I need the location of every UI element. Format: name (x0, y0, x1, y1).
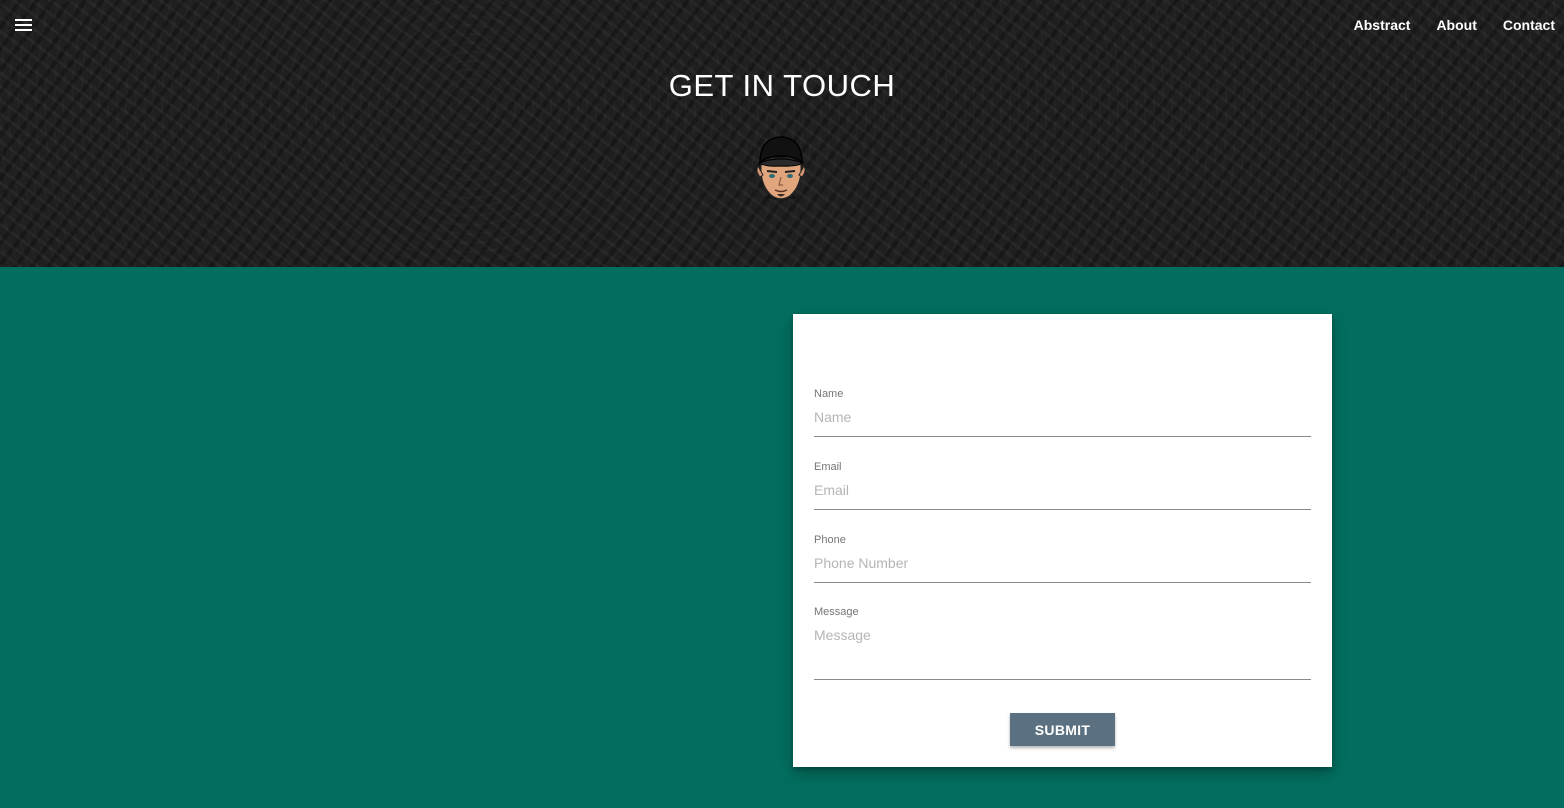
avatar-icon (756, 136, 806, 200)
email-label: Email (814, 461, 842, 473)
nav-link-about[interactable]: About (1423, 0, 1489, 50)
phone-input[interactable] (814, 555, 1311, 583)
hamburger-menu-icon[interactable] (14, 17, 34, 33)
page-title: GET IN TOUCH (668, 68, 896, 103)
hero-header: Abstract About Contact GET IN TOUCH (0, 0, 1564, 267)
message-label: Message (814, 606, 859, 618)
nav-link-abstract[interactable]: Abstract (1341, 0, 1424, 50)
name-label: Name (814, 388, 844, 400)
email-field-group: Email (814, 461, 1311, 510)
submit-button[interactable]: SUBMIT (1010, 713, 1115, 746)
name-field-group: Name (814, 388, 1311, 437)
phone-label: Phone (814, 534, 846, 546)
nav-link-contact[interactable]: Contact (1490, 0, 1564, 50)
message-textarea[interactable] (814, 627, 1311, 680)
top-nav: Abstract About Contact (1341, 0, 1564, 50)
contact-form-card: Name Email Phone Message SUBMIT (793, 314, 1332, 767)
message-field-group: Message (814, 606, 1311, 680)
name-input[interactable] (814, 409, 1311, 437)
email-input[interactable] (814, 482, 1311, 510)
phone-field-group: Phone (814, 534, 1311, 583)
